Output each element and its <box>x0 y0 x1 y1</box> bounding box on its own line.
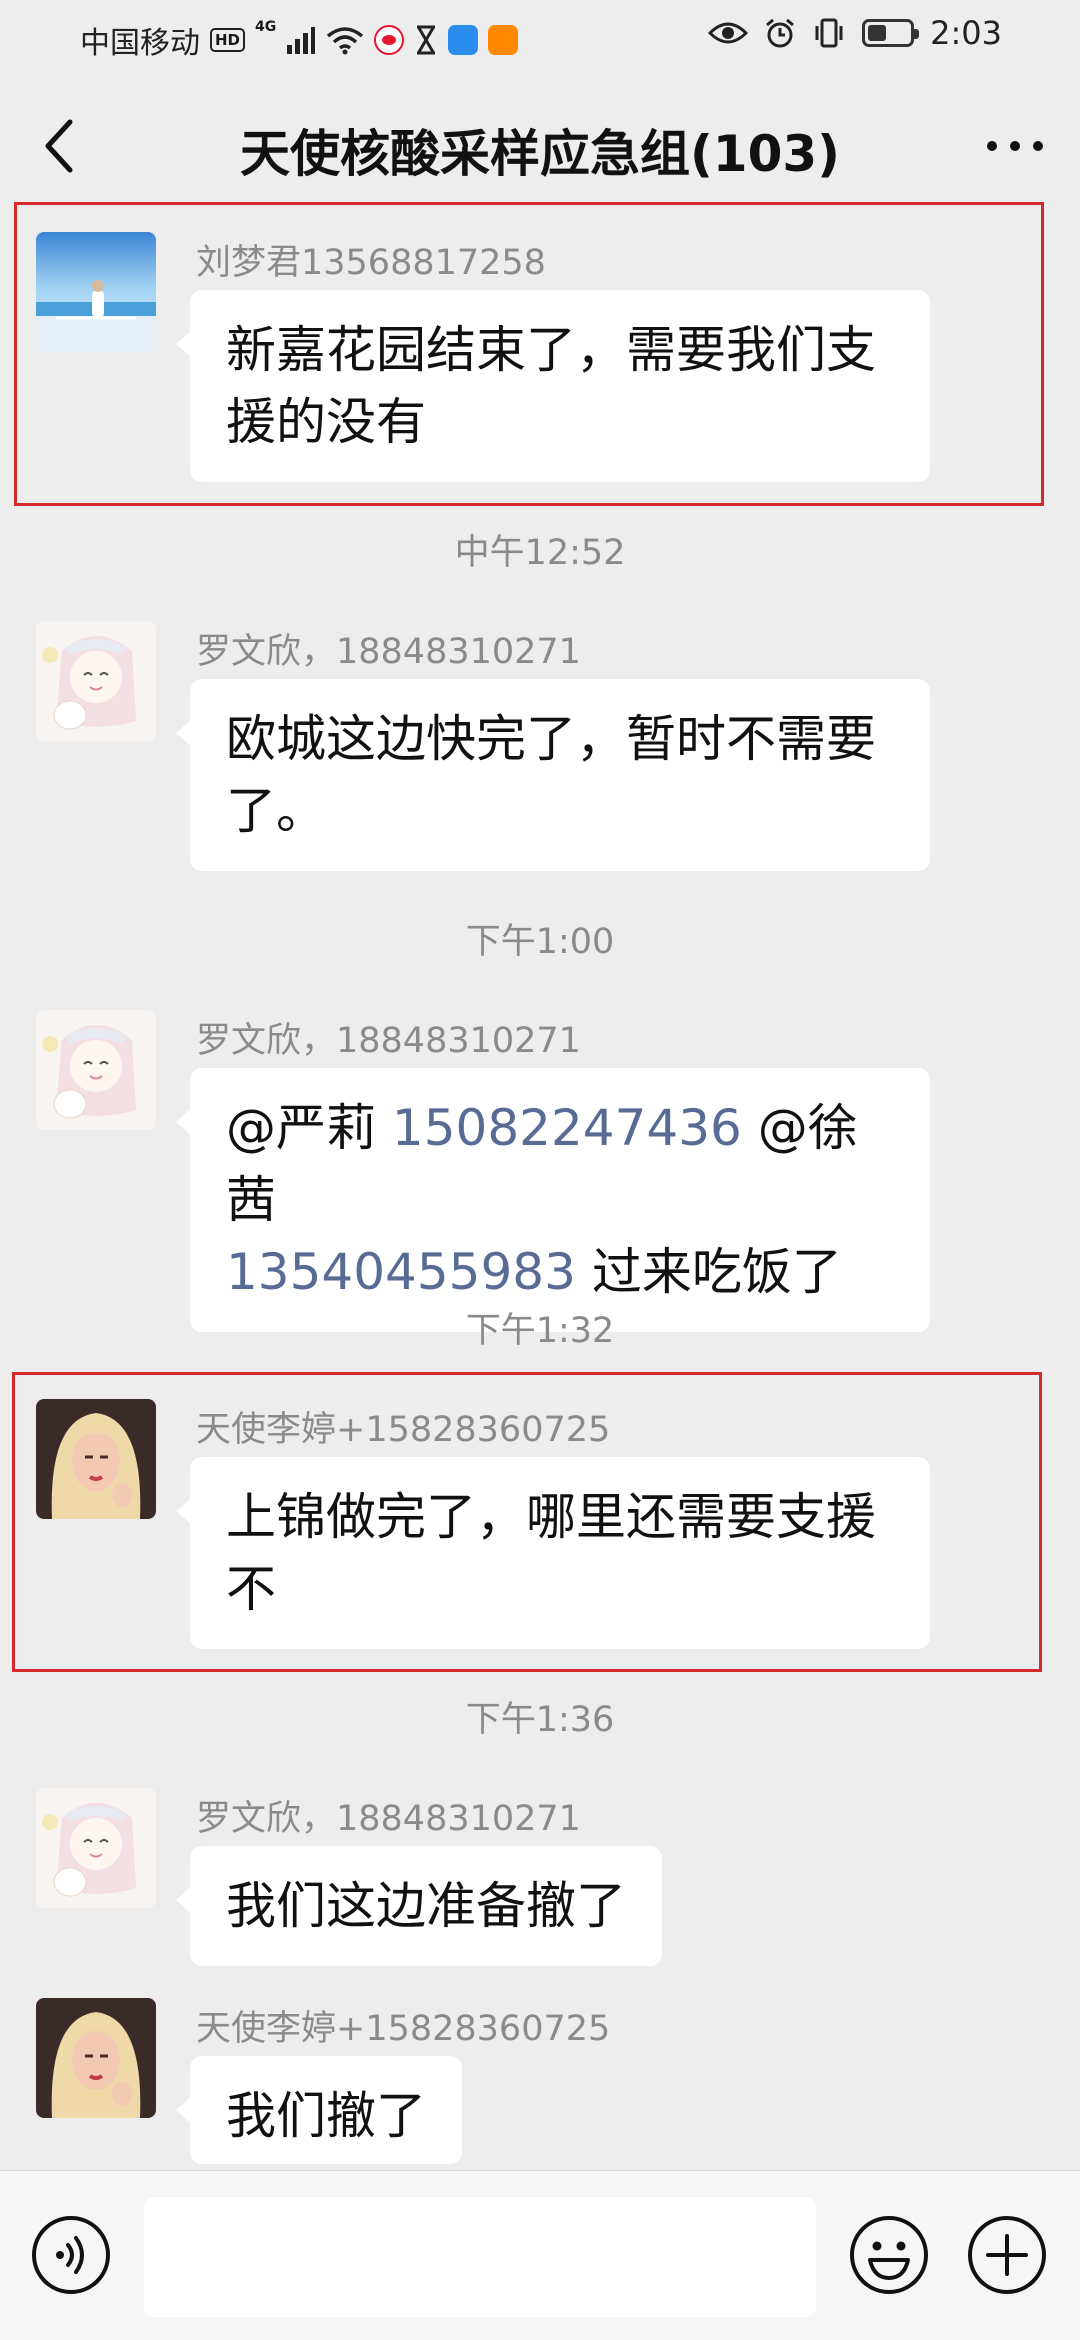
phone-link[interactable]: 15082247436 <box>392 1099 742 1157</box>
message-text-line: 了。 <box>226 782 326 840</box>
video-app-icon <box>488 25 519 55</box>
avatar[interactable] <box>36 1788 156 1908</box>
message-text-line: 欧城这边快完了，暂时不需要 <box>226 710 876 768</box>
sender-name: 天使李婷+15828360725 <box>196 1410 611 1450</box>
message-bubble[interactable]: 我们这边准备撤了 <box>176 1846 662 1966</box>
avatar[interactable] <box>36 1010 156 1130</box>
sender-name: 罗文欣，18848310271 <box>196 1021 581 1061</box>
battery-icon <box>862 19 920 47</box>
sender-name: 刘梦君13568817258 <box>196 243 546 283</box>
sender-name: 罗文欣，18848310271 <box>196 1799 581 1839</box>
message-timestamp: 下午1:32 <box>465 1311 615 1351</box>
more-actions-button[interactable] <box>966 2214 1048 2296</box>
avatar[interactable] <box>36 232 156 352</box>
avatar[interactable] <box>36 1998 156 2118</box>
more-button[interactable] <box>980 110 1050 182</box>
chat-header: 天使核酸采样应急组(103) <box>0 72 1080 220</box>
message-timestamp: 下午1:00 <box>465 922 615 962</box>
message-bubble[interactable]: 上锦做完了，哪里还需要支援 不 <box>176 1457 930 1649</box>
battery-level <box>868 25 887 41</box>
message-text-line: 13540455983 过来吃饭了 <box>226 1236 894 1308</box>
hd-badge: HD <box>210 28 246 52</box>
message-text-line: 上锦做完了，哪里还需要支援 <box>226 1488 876 1546</box>
network-type-label: 4G <box>255 19 277 35</box>
plus-circle-icon <box>968 2216 1046 2294</box>
signal-icon <box>287 27 316 54</box>
carrier-label: 中国移动 <box>80 26 200 61</box>
message-bubble[interactable]: 欧城这边快完了，暂时不需要 了。 <box>176 679 930 871</box>
vibrate-icon <box>815 18 843 48</box>
sender-name: 罗文欣，18848310271 <box>196 632 581 672</box>
message-bubble[interactable]: 新嘉花园结束了，需要我们支 援的没有 <box>176 290 930 482</box>
message-text-line: @严莉 15082247436 @徐茜 <box>226 1092 894 1236</box>
message-text-line: 不 <box>226 1560 276 1618</box>
message-input[interactable] <box>144 2197 816 2317</box>
phone-link[interactable]: 13540455983 <box>226 1243 576 1301</box>
avatar[interactable] <box>36 621 156 741</box>
message-text-line: 援的没有 <box>226 393 426 451</box>
voice-icon <box>32 2216 110 2294</box>
mention[interactable]: @严莉 <box>226 1099 376 1157</box>
weibo-icon <box>374 25 405 55</box>
cloud-app-icon <box>448 25 479 55</box>
eye-icon <box>708 22 749 44</box>
status-bar: 中国移动 HD 4G 2:03 <box>0 0 1080 72</box>
message-text-line: 我们撤了 <box>226 2087 426 2145</box>
alarm-icon <box>766 18 795 48</box>
message-timestamp: 中午12:52 <box>454 533 626 573</box>
chat-input-bar <box>0 2170 1080 2340</box>
chat-title: 天使核酸采样应急组(103) <box>239 125 841 183</box>
wifi-icon <box>327 27 364 55</box>
voice-button[interactable] <box>30 2214 112 2296</box>
message-text-line: 我们这边准备撤了 <box>226 1877 626 1935</box>
message-bubble[interactable]: 我们撤了 <box>176 2056 462 2164</box>
message-text-line: 新嘉花园结束了，需要我们支 <box>226 321 876 379</box>
message-text: 过来吃饭了 <box>591 1243 842 1301</box>
clock: 2:03 <box>930 14 1002 52</box>
message-timestamp: 下午1:36 <box>465 1700 615 1740</box>
sender-name: 天使李婷+15828360725 <box>196 2009 611 2049</box>
emoji-icon <box>850 2216 928 2294</box>
message-bubble[interactable]: @严莉 15082247436 @徐茜 13540455983 过来吃饭了 <box>176 1068 930 1332</box>
avatar[interactable] <box>36 1399 156 1519</box>
emoji-button[interactable] <box>848 2214 930 2296</box>
hourglass-icon <box>417 25 436 55</box>
more-dots-icon <box>987 141 1043 151</box>
